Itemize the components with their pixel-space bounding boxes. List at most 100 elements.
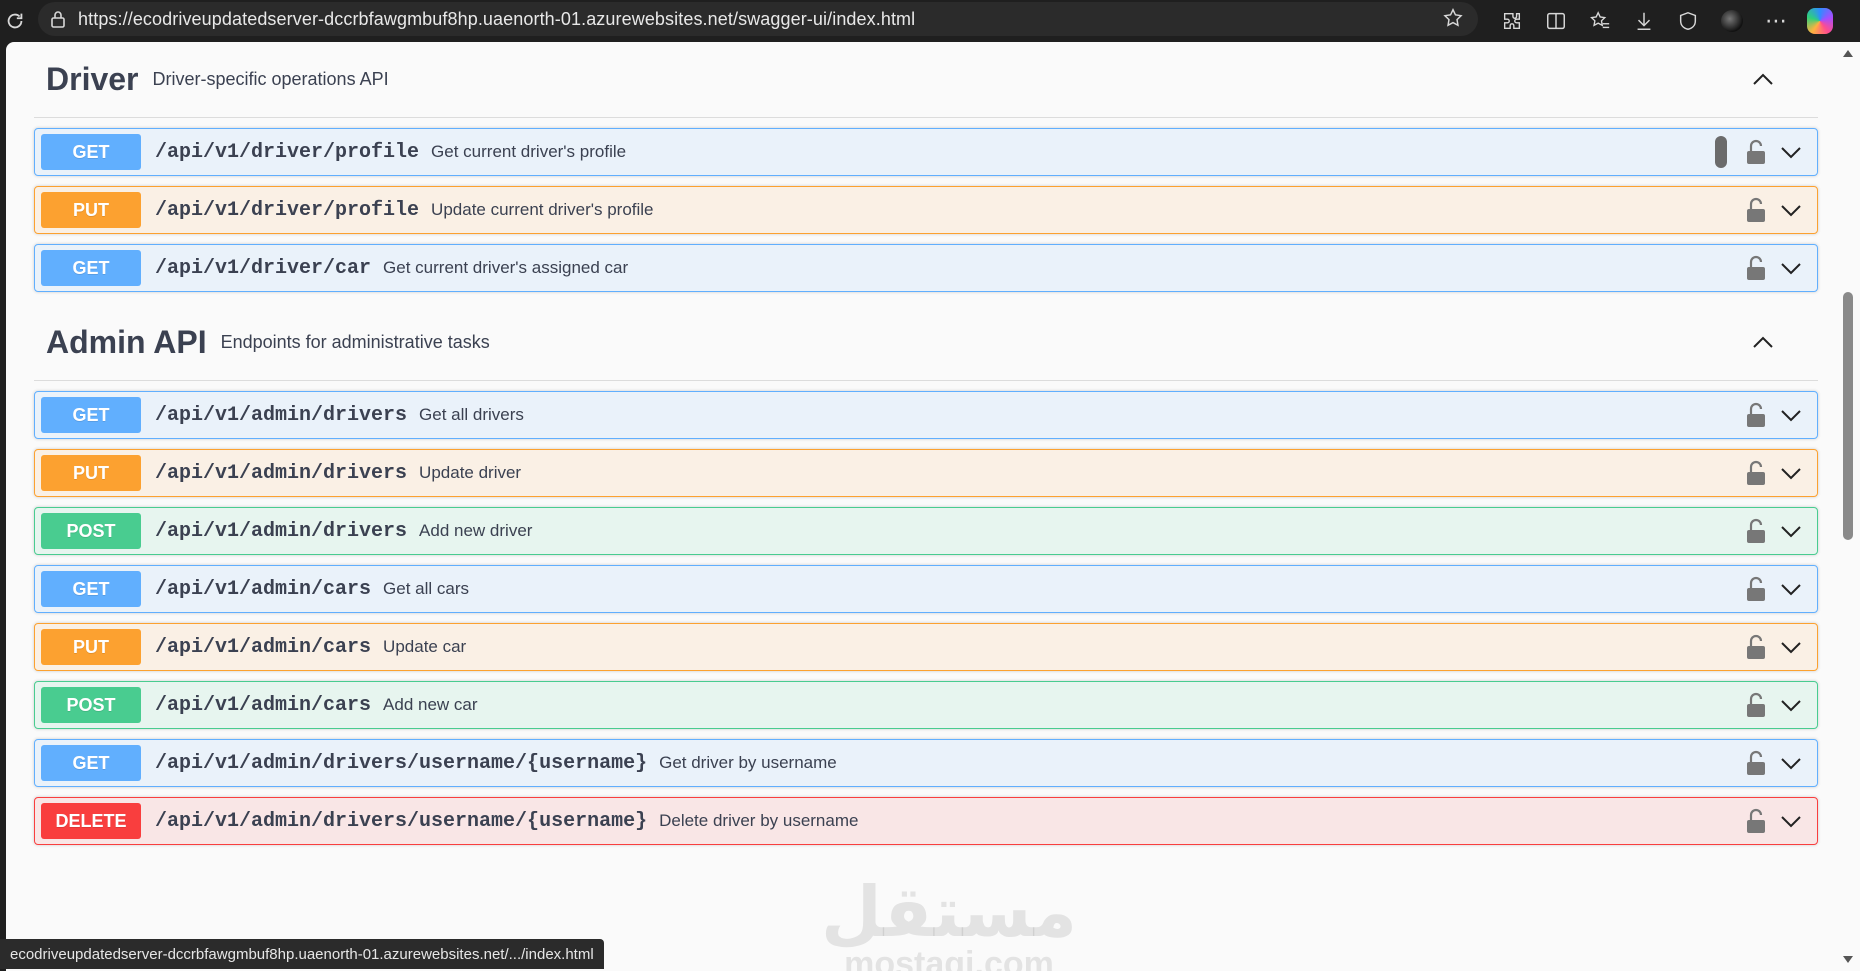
- operation-summary: Get all drivers: [419, 405, 524, 424]
- section-header[interactable]: Driver Driver-specific operations API: [34, 42, 1818, 118]
- lock-icon[interactable]: [1745, 691, 1767, 719]
- refresh-icon[interactable]: [2, 6, 28, 36]
- lock-icon[interactable]: [38, 10, 78, 28]
- watermark-latin: mostaqi.com: [844, 945, 1054, 971]
- chevron-down-icon[interactable]: [1779, 519, 1803, 543]
- chevron-up-icon[interactable]: [1752, 331, 1774, 353]
- chevron-down-icon[interactable]: [1779, 198, 1803, 222]
- operation-path[interactable]: /api/v1/driver/profile: [155, 199, 419, 222]
- operation-icons: [1715, 129, 1803, 175]
- operation-icons: [1745, 245, 1803, 291]
- section-description: Driver-specific operations API: [152, 69, 389, 89]
- operation-get-driver-by-username[interactable]: GET /api/v1/admin/drivers/username/{user…: [34, 739, 1818, 787]
- browser-essentials-icon[interactable]: [1666, 4, 1710, 38]
- operation-summary: Get all cars: [383, 579, 470, 598]
- operation-summary: Update current driver's profile: [431, 200, 654, 219]
- copy-handle[interactable]: [1715, 136, 1727, 168]
- section-header[interactable]: Admin API Endpoints for administrative t…: [34, 305, 1818, 381]
- operation-path[interactable]: /api/v1/driver/profile: [155, 141, 419, 164]
- chevron-down-icon[interactable]: [1779, 461, 1803, 485]
- chevron-up-icon[interactable]: [1752, 68, 1774, 90]
- operation-summary: Add new car: [383, 695, 478, 714]
- scroll-down-arrow-icon[interactable]: [1843, 956, 1853, 963]
- lock-icon[interactable]: [1745, 254, 1767, 282]
- method-badge: GET: [41, 571, 141, 607]
- operation-icons: [1745, 798, 1803, 844]
- operation-summary: Delete driver by username: [659, 811, 859, 830]
- operation-path[interactable]: /api/v1/admin/cars: [155, 578, 371, 601]
- chevron-down-icon[interactable]: [1779, 256, 1803, 280]
- lock-icon[interactable]: [1745, 401, 1767, 429]
- operation-path[interactable]: /api/v1/admin/drivers/username/{username…: [155, 752, 647, 775]
- operation-get-driver-profile[interactable]: GET /api/v1/driver/profile Get current d…: [34, 128, 1818, 176]
- operation-path[interactable]: /api/v1/admin/drivers: [155, 520, 407, 543]
- method-badge: GET: [41, 134, 141, 170]
- chevron-down-icon[interactable]: [1779, 751, 1803, 775]
- lock-icon[interactable]: [1745, 633, 1767, 661]
- chevron-down-icon[interactable]: [1779, 577, 1803, 601]
- watermark: مستقل mostaqi.com: [821, 877, 1077, 971]
- chevron-down-icon[interactable]: [1779, 140, 1803, 164]
- operation-put-admin-cars[interactable]: PUT /api/v1/admin/cars Update car: [34, 623, 1818, 671]
- operation-summary: Add new driver: [419, 521, 533, 540]
- operation-put-driver-profile[interactable]: PUT /api/v1/driver/profile Update curren…: [34, 186, 1818, 234]
- method-badge: GET: [41, 745, 141, 781]
- chevron-down-icon[interactable]: [1779, 809, 1803, 833]
- operation-summary: Get current driver's assigned car: [383, 258, 629, 277]
- lock-icon[interactable]: [1745, 575, 1767, 603]
- operation-summary: Get current driver's profile: [431, 142, 627, 161]
- chevron-down-icon[interactable]: [1779, 403, 1803, 427]
- method-badge: GET: [41, 250, 141, 286]
- copilot-icon[interactable]: [1798, 4, 1842, 38]
- toolbar-icons: ⋯: [1490, 4, 1842, 38]
- operation-path[interactable]: /api/v1/admin/cars: [155, 636, 371, 659]
- operation-get-admin-drivers[interactable]: GET /api/v1/admin/drivers Get all driver…: [34, 391, 1818, 439]
- operation-path[interactable]: /api/v1/admin/cars: [155, 694, 371, 717]
- section-title[interactable]: Admin API: [46, 324, 207, 361]
- status-bar-url: ecodriveupdatedserver-dccrbfawgmbuf8hp.u…: [0, 939, 604, 969]
- operation-icons: [1745, 566, 1803, 612]
- swagger-content: Driver Driver-specific operations API GE…: [34, 42, 1818, 845]
- operation-path[interactable]: /api/v1/admin/drivers: [155, 404, 407, 427]
- lock-icon[interactable]: [1745, 459, 1767, 487]
- address-bar[interactable]: https://ecodriveupdatedserver-dccrbfawgm…: [38, 2, 1478, 36]
- lock-icon[interactable]: [1745, 749, 1767, 777]
- section-title[interactable]: Driver: [46, 61, 139, 98]
- watermark-arabic: مستقل: [821, 871, 1078, 953]
- favorite-star-icon[interactable]: [1442, 7, 1464, 29]
- lock-icon[interactable]: [1745, 138, 1767, 166]
- operation-put-admin-drivers[interactable]: PUT /api/v1/admin/drivers Update driver: [34, 449, 1818, 497]
- operation-path[interactable]: /api/v1/driver/car: [155, 257, 371, 280]
- more-icon[interactable]: ⋯: [1754, 4, 1798, 38]
- operation-summary: Update car: [383, 637, 467, 656]
- operation-summary: Update driver: [419, 463, 522, 482]
- chevron-down-icon[interactable]: [1779, 693, 1803, 717]
- operation-path[interactable]: /api/v1/admin/drivers: [155, 462, 407, 485]
- operation-post-admin-cars[interactable]: POST /api/v1/admin/cars Add new car: [34, 681, 1818, 729]
- downloads-icon[interactable]: [1622, 4, 1666, 38]
- method-badge: PUT: [41, 629, 141, 665]
- operation-post-admin-drivers[interactable]: POST /api/v1/admin/drivers Add new drive…: [34, 507, 1818, 555]
- scrollbar-thumb[interactable]: [1843, 292, 1853, 540]
- method-badge: GET: [41, 397, 141, 433]
- split-screen-icon[interactable]: [1534, 4, 1578, 38]
- operation-delete-driver-by-username[interactable]: DELETE /api/v1/admin/drivers/username/{u…: [34, 797, 1818, 845]
- tag-section-driver: Driver Driver-specific operations API GE…: [34, 42, 1818, 292]
- method-badge: POST: [41, 687, 141, 723]
- address-bar-url[interactable]: https://ecodriveupdatedserver-dccrbfawgm…: [78, 9, 915, 30]
- lock-icon[interactable]: [1745, 517, 1767, 545]
- operation-get-driver-car[interactable]: GET /api/v1/driver/car Get current drive…: [34, 244, 1818, 292]
- lock-icon[interactable]: [1745, 196, 1767, 224]
- operation-icons: [1745, 187, 1803, 233]
- operation-get-admin-cars[interactable]: GET /api/v1/admin/cars Get all cars: [34, 565, 1818, 613]
- operation-path[interactable]: /api/v1/admin/drivers/username/{username…: [155, 810, 647, 833]
- lock-icon[interactable]: [1745, 807, 1767, 835]
- operation-icons: [1745, 682, 1803, 728]
- favorites-icon[interactable]: [1578, 4, 1622, 38]
- vertical-scrollbar[interactable]: [1838, 42, 1860, 971]
- extensions-icon[interactable]: [1490, 4, 1534, 38]
- chevron-down-icon[interactable]: [1779, 635, 1803, 659]
- tag-section-admin-api: Admin API Endpoints for administrative t…: [34, 305, 1818, 845]
- scroll-up-arrow-icon[interactable]: [1843, 50, 1853, 57]
- profile-avatar[interactable]: [1710, 4, 1754, 38]
